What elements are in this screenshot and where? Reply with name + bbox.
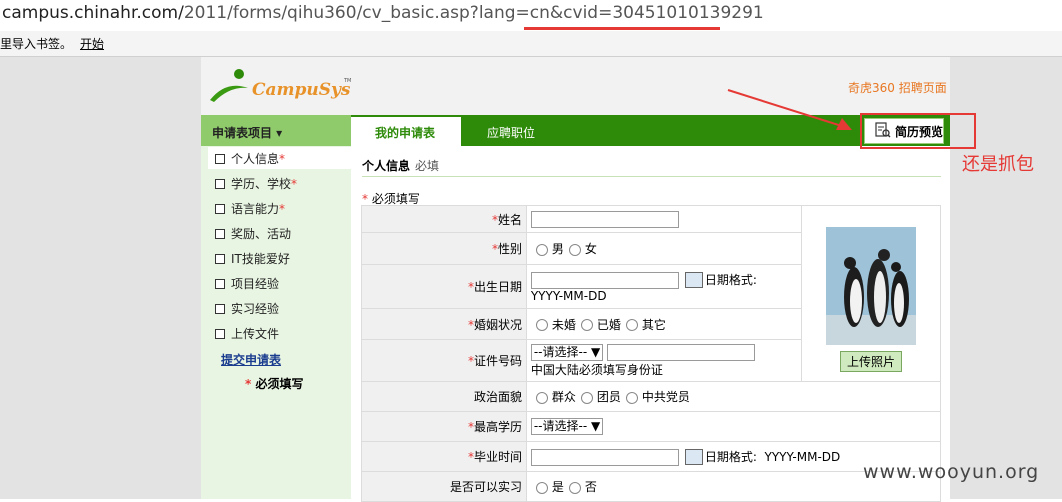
cell-marital: 未婚 已婚 其它 — [526, 308, 802, 340]
url-highlight-underline — [524, 27, 720, 30]
id-type-select[interactable]: --请选择-- ▼ — [530, 343, 604, 361]
sidebar-item-label: 项目经验 — [231, 277, 280, 291]
checkbox-icon — [215, 254, 225, 264]
checkbox-icon — [215, 329, 225, 339]
checkbox-icon — [215, 179, 225, 189]
annotation-text: 还是抓包 — [962, 154, 1034, 175]
label-id-number: *证件号码 — [361, 339, 527, 382]
logo-swoosh — [210, 85, 248, 102]
sidebar-item-label: 个人信息* — [231, 152, 286, 166]
checkbox-icon — [215, 229, 225, 239]
required-note-text: 必须填写 — [255, 377, 304, 391]
campusys-logo: CampuSys TM — [210, 69, 351, 102]
row-grad-time: *毕业时间 日期格式: YYYY-MM-DD — [361, 441, 941, 472]
must-text: 必须填写 — [371, 192, 420, 206]
education-select[interactable]: --请选择-- ▼ — [530, 418, 604, 435]
political-party-radio[interactable] — [625, 391, 638, 404]
logo-text: CampuSys — [252, 80, 351, 100]
cell-gender: 男女 — [526, 232, 802, 265]
url-host: campus.chinahr.com/ — [2, 3, 184, 23]
label-name: *姓名 — [361, 205, 527, 233]
sidebar-item-internships[interactable]: 实习经验 — [201, 296, 351, 320]
label-political: 政治面貌 — [361, 381, 527, 412]
section-divider — [362, 176, 941, 177]
url-text[interactable]: campus.chinahr.com/2011/forms/qihu360/cv… — [2, 3, 764, 23]
checkbox-icon — [215, 204, 225, 214]
checkbox-icon — [215, 304, 225, 314]
cell-political: 群众 团员 中共党员 — [526, 381, 941, 412]
tab-my-application-label: 我的申请表 — [375, 126, 436, 140]
checkbox-icon — [215, 154, 225, 164]
required-note: * 必须填写 — [245, 375, 303, 392]
cell-name — [526, 205, 802, 233]
sidebar-item-label: 上传文件 — [231, 327, 280, 341]
row-internship: 是否可以实习 是否 — [361, 471, 941, 502]
sidebar-item-education[interactable]: 学历、学校* — [201, 171, 351, 195]
row-political: 政治面貌 群众 团员 中共党员 — [361, 381, 941, 412]
label-gender: *性别 — [361, 232, 527, 265]
submit-application-link[interactable]: 提交申请表 — [221, 351, 281, 368]
section-title: 个人信息 — [362, 159, 411, 173]
personal-info-form: *姓名 上传照片 *性别 男女 *出生日期 日期格式: YYYY-MM-DD *… — [361, 205, 941, 502]
birthdate-input[interactable] — [530, 271, 679, 289]
url-path: 2011/forms/qihu360/cv_basic.asp?lang=cn&… — [183, 3, 764, 23]
id-number-input[interactable] — [607, 343, 756, 361]
cell-education: --请选择-- ▼ — [526, 411, 941, 442]
section-subtitle: 必填 — [415, 159, 440, 173]
penguin-photo — [826, 227, 916, 345]
political-league-radio[interactable] — [580, 391, 593, 404]
row-education: *最高学历 --请选择-- ▼ — [361, 411, 941, 442]
bookmarks-start-link[interactable]: 开始 — [80, 35, 104, 52]
logo-dot — [234, 69, 244, 79]
logo-tm: TM — [343, 78, 351, 84]
political-masses-radio[interactable] — [535, 391, 548, 404]
sidebar-item-awards[interactable]: 奖励、活动 — [201, 221, 351, 245]
annotation-arrow — [727, 89, 852, 130]
bookmarks-import-text: 里导入书签。 — [0, 37, 73, 51]
checkbox-icon — [215, 279, 225, 289]
watermark: www.wooyun.org — [863, 461, 1040, 483]
sidebar-item-label: 语言能力* — [231, 202, 286, 216]
sidebar-item-label: 实习经验 — [231, 302, 280, 316]
photo-cell: 上传照片 — [801, 205, 941, 382]
sidebar-item-label: 学历、学校* — [231, 177, 298, 191]
sidebar-item-it-skills[interactable]: IT技能爱好 — [201, 246, 351, 270]
required-star: * — [245, 377, 252, 391]
marital-other-radio[interactable] — [625, 319, 638, 331]
sidebar-item-personal[interactable]: 个人信息* — [201, 146, 351, 170]
name-input[interactable] — [530, 210, 679, 228]
sidebar-item-projects[interactable]: 项目经验 — [201, 271, 351, 295]
cell-id-number: --请选择-- ▼ 中国大陆必须填写身份证 — [526, 339, 802, 382]
calendar-icon[interactable] — [684, 449, 703, 465]
internship-no-radio[interactable] — [568, 481, 581, 494]
upload-photo-button[interactable]: 上传照片 — [839, 351, 902, 372]
marital-married-radio[interactable] — [580, 319, 593, 331]
row-name: *姓名 上传照片 — [361, 205, 941, 382]
recruit-page-link[interactable]: 奇虎360 招聘页面 — [848, 79, 947, 96]
gender-female-radio[interactable] — [568, 243, 581, 256]
grad-time-input[interactable] — [530, 448, 679, 466]
sidebar-item-label: IT技能爱好 — [231, 252, 290, 266]
label-education: *最高学历 — [361, 411, 527, 442]
label-internship: 是否可以实习 — [361, 471, 527, 502]
internship-yes-radio[interactable] — [535, 481, 548, 494]
label-birthdate: *出生日期 — [361, 264, 527, 309]
cell-birthdate: 日期格式: YYYY-MM-DD — [526, 264, 802, 309]
sidebar-heading-label: 申请表项目 ▾ — [212, 126, 283, 140]
annotation-highlight-box — [860, 113, 976, 149]
sidebar-item-language[interactable]: 语言能力* — [201, 196, 351, 220]
sidebar-item-label: 奖励、活动 — [231, 227, 292, 241]
sidebar-item-upload[interactable]: 上传文件 — [201, 321, 351, 345]
must-star: * — [362, 192, 368, 206]
calendar-icon[interactable] — [684, 272, 703, 288]
label-grad-time: *毕业时间 — [361, 441, 527, 472]
tab-applied-positions[interactable]: 应聘职位 — [487, 124, 535, 141]
label-marital: *婚姻状况 — [361, 308, 527, 340]
marital-single-radio[interactable] — [535, 319, 548, 331]
gender-male-radio[interactable] — [535, 243, 548, 256]
bookmarks-bar — [0, 31, 1062, 57]
